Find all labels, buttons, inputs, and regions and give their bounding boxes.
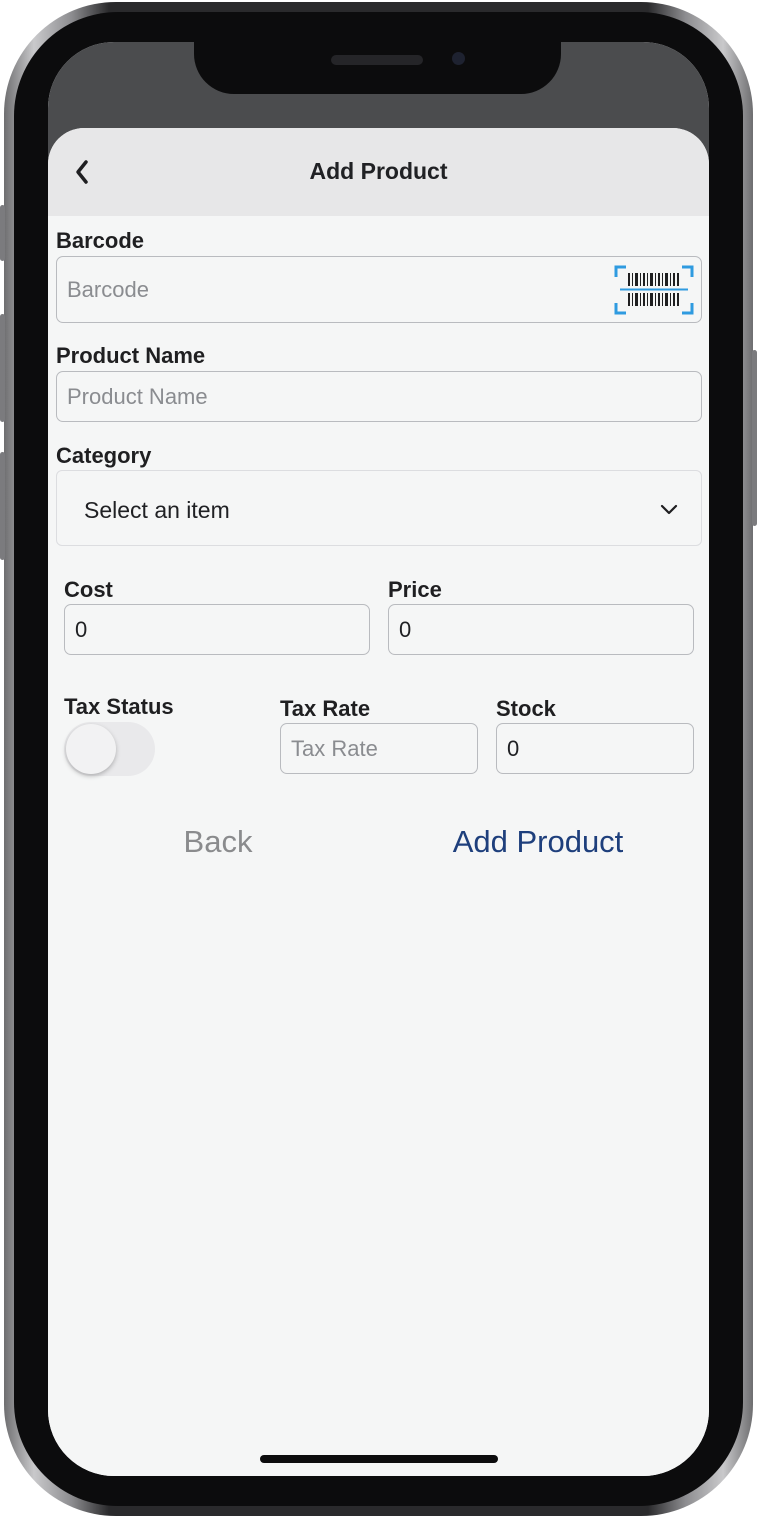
toggle-knob	[66, 724, 116, 774]
cost-label: Cost	[64, 577, 113, 602]
add-product-button[interactable]: Add Product	[438, 824, 638, 860]
cost-input[interactable]	[64, 604, 370, 655]
barcode-label: Barcode	[56, 228, 145, 253]
screen: Add Product Barcode Barcode Product Name…	[48, 42, 709, 1476]
notch	[194, 42, 561, 94]
barcode-input[interactable]	[56, 256, 702, 323]
page-title: Add Product	[309, 158, 448, 184]
barcode-scan-icon[interactable]	[614, 265, 694, 315]
mute-switch	[0, 205, 5, 261]
category-label: Category	[56, 443, 152, 468]
chevron-down-icon	[660, 504, 678, 515]
home-indicator	[260, 1455, 498, 1463]
price-label: Price	[388, 577, 442, 602]
tax-rate-input[interactable]	[280, 723, 478, 774]
product-name-label: Product Name	[56, 343, 206, 368]
back-button[interactable]: Back	[158, 824, 278, 860]
category-selected-value: Select an item	[84, 497, 230, 523]
stock-input[interactable]	[496, 723, 694, 774]
category-select[interactable]: Select an item	[56, 470, 702, 546]
front-camera	[452, 52, 465, 65]
power-button	[752, 350, 757, 526]
tax-status-label: Tax Status	[64, 694, 174, 719]
modal-header: Add Product	[48, 128, 709, 216]
product-name-input[interactable]	[56, 371, 702, 422]
stock-label: Stock	[496, 696, 556, 721]
volume-down-button	[0, 452, 5, 560]
tax-rate-label: Tax Rate	[280, 696, 371, 721]
add-product-modal: Add Product Barcode Barcode Product Name…	[48, 128, 709, 1476]
price-input[interactable]	[388, 604, 694, 655]
tax-status-toggle[interactable]	[64, 722, 155, 776]
volume-up-button	[0, 314, 5, 422]
speaker-grille	[331, 55, 423, 65]
